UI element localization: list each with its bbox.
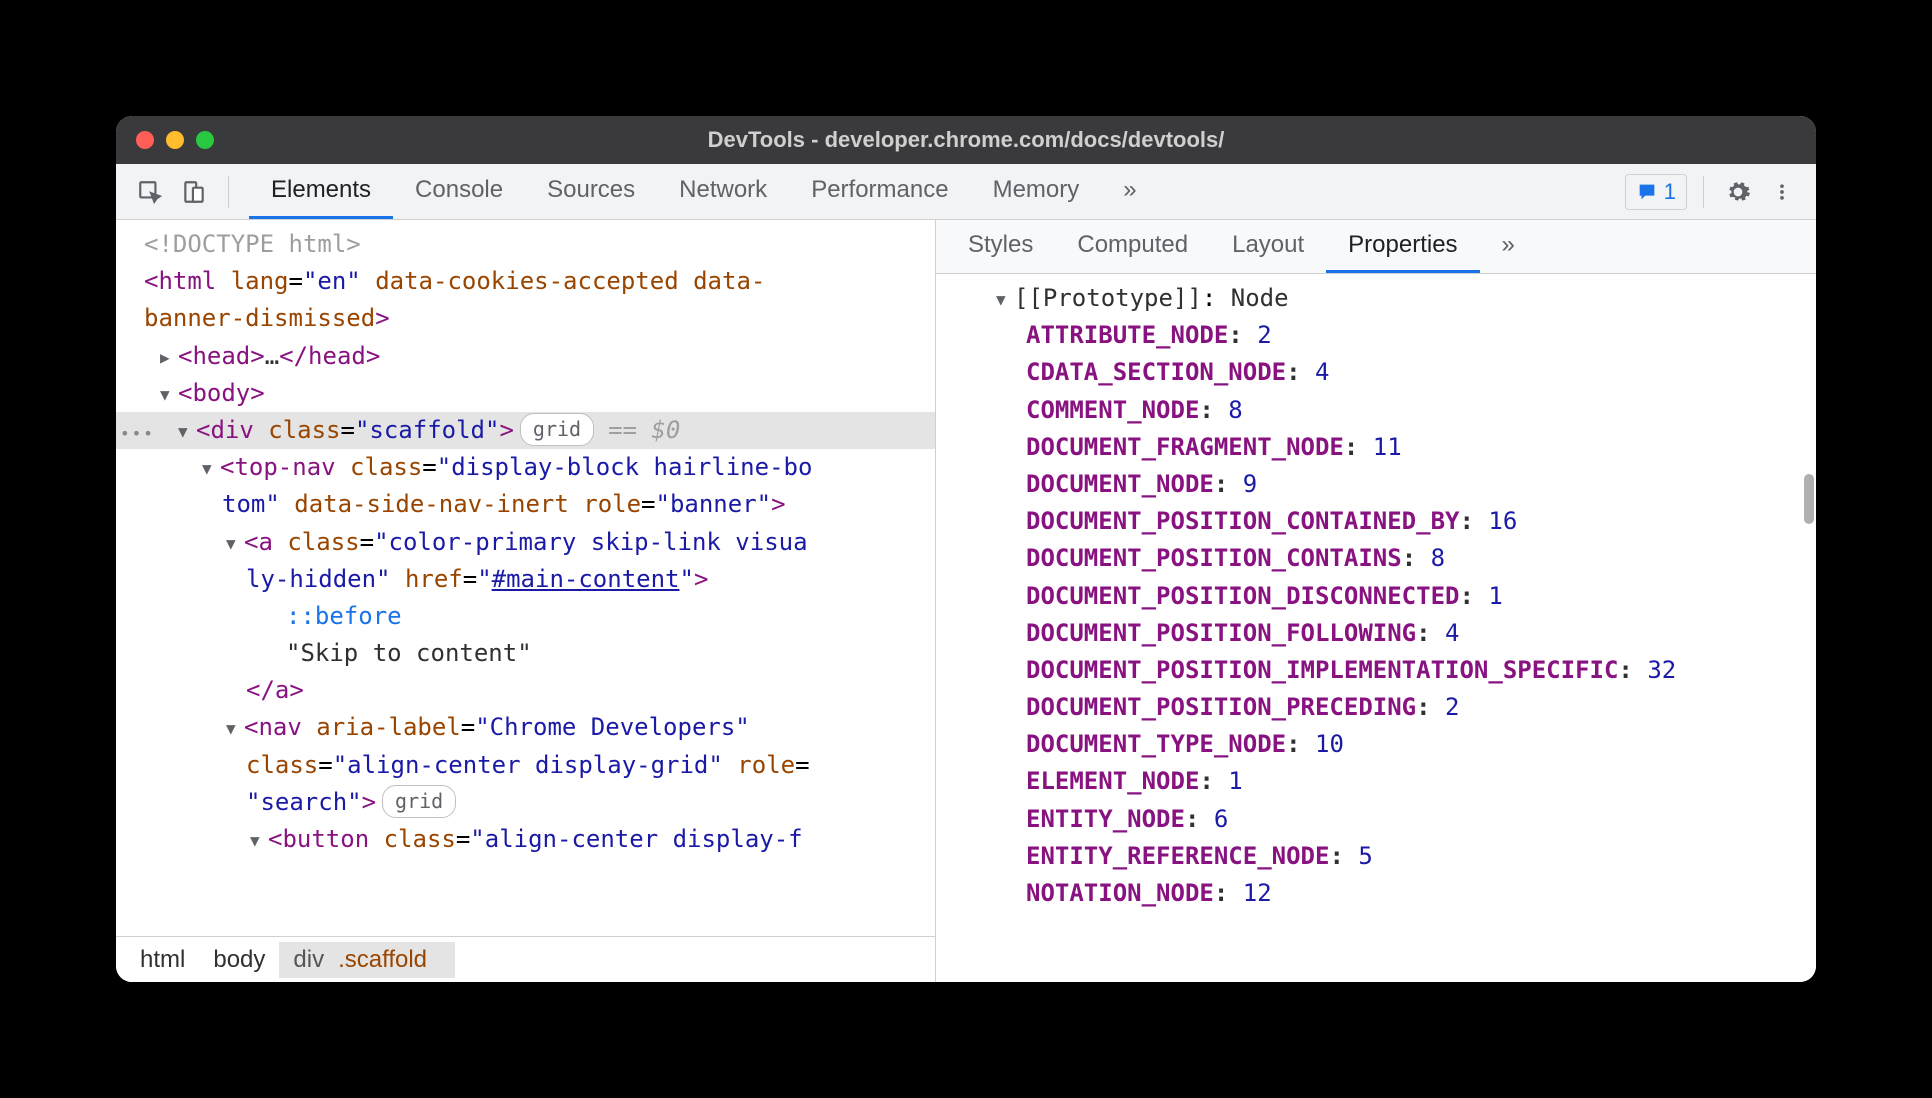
eq0-marker: == $0 xyxy=(608,416,680,444)
tab-network[interactable]: Network xyxy=(657,164,789,219)
properties-list[interactable]: ▼[[Prototype]]: Node ATTRIBUTE_NODE: 2CD… xyxy=(936,274,1816,982)
grid-badge[interactable]: grid xyxy=(382,785,456,818)
issues-icon xyxy=(1636,181,1658,203)
dom-tree[interactable]: <!DOCTYPE html> <html lang="en" data-coo… xyxy=(116,220,935,936)
content-area: <!DOCTYPE html> <html lang="en" data-coo… xyxy=(116,220,1816,982)
tab-elements[interactable]: Elements xyxy=(249,164,393,219)
tab-more-sidebar[interactable]: » xyxy=(1480,220,1537,273)
dom-topnav-2[interactable]: tom" data-side-nav-inert role="banner"> xyxy=(116,486,935,523)
property-row[interactable]: DOCUMENT_POSITION_CONTAINS: 8 xyxy=(936,540,1816,577)
scrollbar-thumb[interactable] xyxy=(1804,474,1814,524)
dom-body[interactable]: ▼<body> xyxy=(116,375,935,412)
dom-nav[interactable]: ▼<nav aria-label="Chrome Developers" xyxy=(116,709,935,746)
grid-badge[interactable]: grid xyxy=(520,413,594,446)
maximize-button[interactable] xyxy=(196,131,214,149)
tab-layout[interactable]: Layout xyxy=(1210,220,1326,273)
tab-more[interactable]: » xyxy=(1101,164,1158,219)
elements-pane: <!DOCTYPE html> <html lang="en" data-coo… xyxy=(116,220,936,982)
sidebar-tabs: Styles Computed Layout Properties » xyxy=(936,220,1816,274)
toolbar-right: 1 xyxy=(1625,174,1800,210)
devtools-window: DevTools - developer.chrome.com/docs/dev… xyxy=(116,116,1816,982)
dom-nav-2[interactable]: class="align-center display-grid" role= xyxy=(116,747,935,784)
dom-a-2[interactable]: ly-hidden" href="#main-content"> xyxy=(116,561,935,598)
tab-memory[interactable]: Memory xyxy=(971,164,1102,219)
property-row[interactable]: ELEMENT_NODE: 1 xyxy=(936,763,1816,800)
dom-doctype[interactable]: <!DOCTYPE html> xyxy=(116,226,935,263)
dom-scaffold[interactable]: ▼<div class="scaffold">grid== $0 xyxy=(116,412,935,449)
minimize-button[interactable] xyxy=(166,131,184,149)
tab-performance[interactable]: Performance xyxy=(789,164,970,219)
property-row[interactable]: DOCUMENT_FRAGMENT_NODE: 11 xyxy=(936,429,1816,466)
breadcrumb-scaffold[interactable]: div.scaffold xyxy=(279,942,455,978)
property-row[interactable]: NOTATION_NODE: 12 xyxy=(936,875,1816,912)
property-row[interactable]: DOCUMENT_POSITION_DISCONNECTED: 1 xyxy=(936,578,1816,615)
issues-badge[interactable]: 1 xyxy=(1625,174,1687,210)
property-row[interactable]: DOCUMENT_NODE: 9 xyxy=(936,466,1816,503)
tab-styles[interactable]: Styles xyxy=(946,220,1055,273)
tab-computed[interactable]: Computed xyxy=(1055,220,1210,273)
close-button[interactable] xyxy=(136,131,154,149)
tab-properties[interactable]: Properties xyxy=(1326,220,1479,273)
property-row[interactable]: DOCUMENT_POSITION_CONTAINED_BY: 16 xyxy=(936,503,1816,540)
kebab-menu-icon[interactable] xyxy=(1764,174,1800,210)
dom-skip-text[interactable]: "Skip to content" xyxy=(116,635,935,672)
window-controls xyxy=(116,131,214,149)
inspect-icon[interactable] xyxy=(132,174,168,210)
breadcrumb: html body div.scaffold xyxy=(116,936,935,982)
property-row[interactable]: DOCUMENT_POSITION_PRECEDING: 2 xyxy=(936,689,1816,726)
settings-icon[interactable] xyxy=(1720,174,1756,210)
property-row[interactable]: COMMENT_NODE: 8 xyxy=(936,392,1816,429)
window-title: DevTools - developer.chrome.com/docs/dev… xyxy=(708,127,1225,153)
property-row[interactable]: ENTITY_REFERENCE_NODE: 5 xyxy=(936,838,1816,875)
tab-sources[interactable]: Sources xyxy=(525,164,657,219)
dom-html-open-2[interactable]: banner-dismissed> xyxy=(116,300,935,337)
toolbar-separator xyxy=(1703,176,1704,208)
dom-before[interactable]: ::before xyxy=(116,598,935,635)
property-row[interactable]: DOCUMENT_POSITION_IMPLEMENTATION_SPECIFI… xyxy=(936,652,1816,689)
issues-count: 1 xyxy=(1664,179,1676,205)
tab-console[interactable]: Console xyxy=(393,164,525,219)
property-row[interactable]: DOCUMENT_TYPE_NODE: 10 xyxy=(936,726,1816,763)
proto-row[interactable]: ▼[[Prototype]]: Node xyxy=(936,280,1816,317)
property-row[interactable]: DOCUMENT_POSITION_FOLLOWING: 4 xyxy=(936,615,1816,652)
property-row[interactable]: ATTRIBUTE_NODE: 2 xyxy=(936,317,1816,354)
titlebar: DevTools - developer.chrome.com/docs/dev… xyxy=(116,116,1816,164)
dom-button[interactable]: ▼<button class="align-center display-f xyxy=(116,821,935,858)
sidebar-pane: Styles Computed Layout Properties » ▼[[P… xyxy=(936,220,1816,982)
breadcrumb-html[interactable]: html xyxy=(126,942,199,978)
main-toolbar: Elements Console Sources Network Perform… xyxy=(116,164,1816,220)
breadcrumb-body[interactable]: body xyxy=(199,942,279,978)
dom-topnav[interactable]: ▼<top-nav class="display-block hairline-… xyxy=(116,449,935,486)
device-toggle-icon[interactable] xyxy=(176,174,212,210)
dom-html-open[interactable]: <html lang="en" data-cookies-accepted da… xyxy=(116,263,935,300)
property-row[interactable]: ENTITY_NODE: 6 xyxy=(936,801,1816,838)
main-tabs: Elements Console Sources Network Perform… xyxy=(249,164,1159,219)
toolbar-separator xyxy=(228,176,229,208)
dom-a-close[interactable]: </a> xyxy=(116,672,935,709)
dom-nav-3[interactable]: "search">grid xyxy=(116,784,935,821)
dom-a[interactable]: ▼<a class="color-primary skip-link visua xyxy=(116,524,935,561)
property-row[interactable]: CDATA_SECTION_NODE: 4 xyxy=(936,354,1816,391)
dom-head[interactable]: ▶<head>…</head> xyxy=(116,338,935,375)
